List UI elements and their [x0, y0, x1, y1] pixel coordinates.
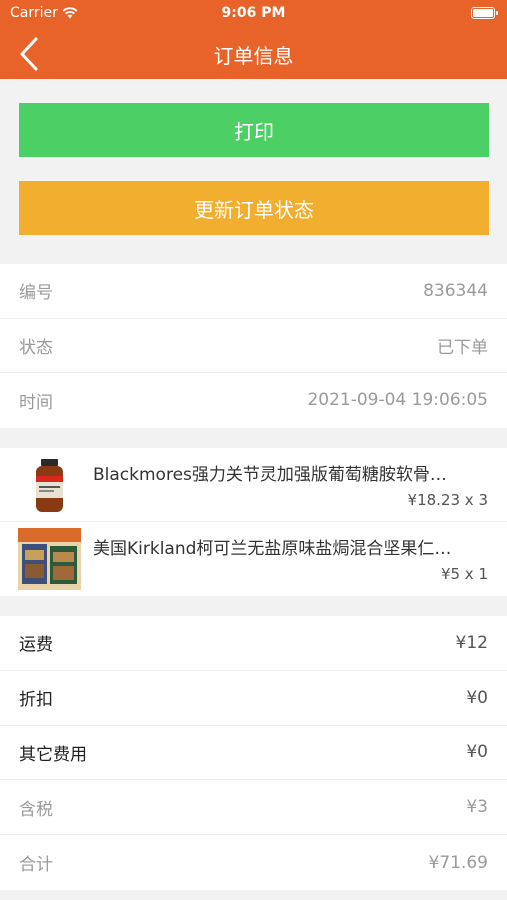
other-fees-label: 其它费用 [19, 744, 87, 765]
tax-value: ¥3 [466, 797, 488, 818]
header-bar: Carrier 9:06 PM 订单信息 [0, 0, 507, 79]
product-thumbnail [18, 454, 81, 516]
product-list: Blackmores强力关节灵加强版葡萄糖胺软骨… ¥18.23 x 3 美国K… [0, 448, 507, 596]
product-item[interactable]: 美国Kirkland柯可兰无盐原味盐焗混合坚果仁… ¥5 x 1 [0, 522, 507, 596]
navigation-bar: 订单信息 [0, 28, 507, 79]
order-status-label: 状态 [19, 337, 53, 358]
total-value: ¥71.69 [428, 852, 488, 873]
order-number-value: 836344 [423, 280, 488, 301]
order-number-label: 编号 [19, 283, 53, 304]
status-time: 9:06 PM [221, 5, 286, 21]
status-bar: Carrier 9:06 PM [0, 0, 507, 28]
order-status-row: 状态 已下单 [0, 319, 507, 374]
order-number-row: 编号 836344 [0, 264, 507, 319]
discount-label: 折扣 [19, 690, 53, 711]
order-time-value: 2021-09-04 19:06:05 [307, 390, 488, 411]
shipping-fee-value: ¥12 [455, 632, 488, 653]
product-name: Blackmores强力关节灵加强版葡萄糖胺软骨… [93, 465, 447, 485]
product-thumbnail [18, 528, 81, 590]
order-info-section: 编号 836344 状态 已下单 时间 2021-09-04 19:06:05 [0, 264, 507, 428]
discount-row: 折扣 ¥0 [0, 671, 507, 726]
order-time-row: 时间 2021-09-04 19:06:05 [0, 373, 507, 428]
total-row: 合计 ¥71.69 [0, 835, 507, 890]
action-area: 打印 更新订单状态 [0, 79, 507, 264]
other-fees-row: 其它费用 ¥0 [0, 726, 507, 781]
order-status-value: 已下单 [437, 337, 488, 358]
print-button[interactable]: 打印 [19, 103, 489, 157]
product-item[interactable]: Blackmores强力关节灵加强版葡萄糖胺软骨… ¥18.23 x 3 [0, 448, 507, 522]
update-status-button[interactable]: 更新订单状态 [19, 181, 489, 235]
total-label: 合计 [19, 855, 53, 876]
discount-value: ¥0 [466, 687, 488, 708]
page-title: 订单信息 [213, 44, 294, 68]
shipping-fee-row: 运费 ¥12 [0, 616, 507, 671]
tax-label: 含税 [19, 799, 53, 820]
other-fees-value: ¥0 [466, 742, 488, 763]
shipping-fee-label: 运费 [19, 635, 53, 656]
product-price: ¥18.23 x 3 [407, 491, 488, 509]
battery-icon [471, 7, 498, 19]
product-price: ¥5 x 1 [440, 565, 488, 583]
fees-section: 运费 ¥12 折扣 ¥0 其它费用 ¥0 含税 ¥3 合计 ¥71.69 [0, 616, 507, 890]
order-time-label: 时间 [19, 392, 53, 413]
tax-row: 含税 ¥3 [0, 780, 507, 836]
product-name: 美国Kirkland柯可兰无盐原味盐焗混合坚果仁… [93, 539, 452, 559]
